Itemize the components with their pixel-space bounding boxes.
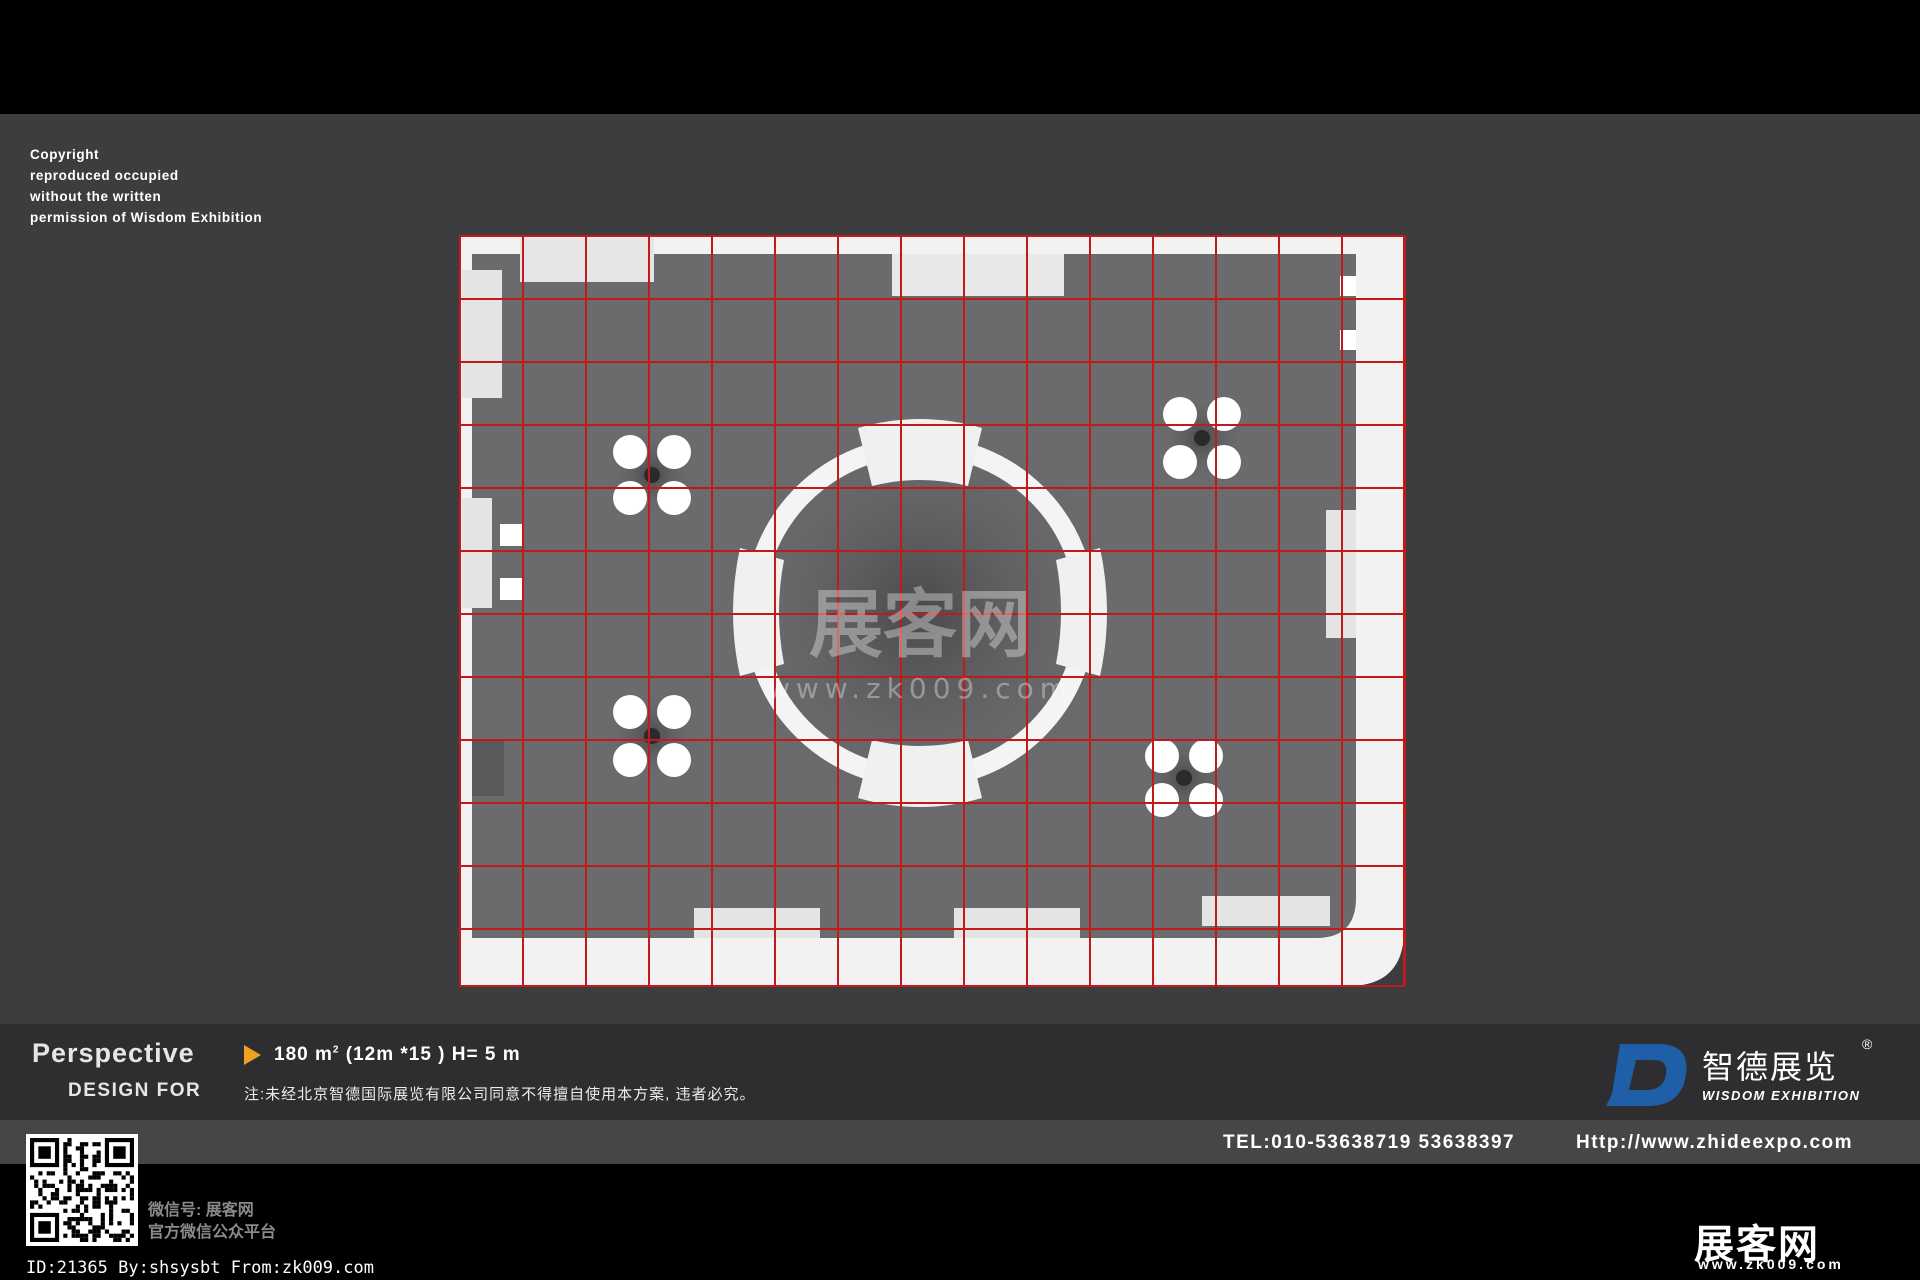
left-wall-cabinet <box>462 270 502 398</box>
brand-name-en: WISDOM EXHIBITION <box>1702 1088 1861 1103</box>
qr-code-pattern <box>30 1138 134 1242</box>
left-shelf <box>462 498 492 608</box>
area-value: 180 <box>274 1044 309 1065</box>
left-door <box>472 740 504 796</box>
brand-name-cn: 智德展览 <box>1702 1049 1839 1085</box>
area-unit: m <box>314 1044 333 1065</box>
design-for-label: DESIGN FOR <box>68 1080 202 1101</box>
table-set-top-right <box>1158 394 1246 482</box>
brand-logo-icon <box>1606 1044 1687 1106</box>
bottom-cabinet-2 <box>954 908 1080 938</box>
copyright-line-1: Copyright <box>30 147 100 162</box>
table-set-bottom-left <box>608 692 696 780</box>
booth-floor-plan: 展客网 www.zk009.com <box>459 235 1406 987</box>
footer-logo-url: www.zk009.com <box>1698 1256 1844 1272</box>
ring-bench-right <box>1056 548 1107 676</box>
legal-notice: 注:未经北京智德国际展览有限公司同意不得擅自使用本方案, 违者必究。 <box>244 1086 756 1103</box>
table-set-top-left <box>608 430 696 518</box>
left-stool-2 <box>500 578 522 600</box>
copyright-line-4: permission of Wisdom Exhibition <box>30 210 263 225</box>
image-id-line: ID:21365 By:shsysbt From:zk009.com <box>26 1258 374 1278</box>
copyright-line-2: reproduced occupied <box>30 168 179 183</box>
watermark-url: www.zk009.com <box>767 672 1073 705</box>
registered-mark: ® <box>1862 1036 1873 1052</box>
qr-code <box>26 1134 138 1246</box>
size-spec: (12m *15 ) H= 5 m <box>345 1044 521 1065</box>
bottom-cabinet-3 <box>1202 896 1330 926</box>
left-stool-1 <box>500 524 522 546</box>
wechat-platform: 官方微信公众平台 <box>148 1224 277 1241</box>
ring-bench-left <box>733 548 784 676</box>
wechat-id: 微信号: 展客网 <box>148 1202 254 1219</box>
copyright-line-3: without the written <box>30 189 162 204</box>
play-arrow-icon <box>244 1045 261 1065</box>
website-url: Http://www.zhideexpo.com <box>1576 1132 1854 1153</box>
booth-dimensions: 180 m2 (12m *15 ) H= 5 m <box>274 1044 521 1066</box>
watermark-cn: 展客网 <box>809 582 1031 668</box>
top-display-counter <box>892 254 1064 296</box>
telephone: TEL:010-53638719 53638397 <box>1223 1132 1516 1153</box>
copyright-notice: Copyright reproduced occupied without th… <box>30 144 262 228</box>
area-unit-sup: 2 <box>332 1044 340 1056</box>
perspective-title: Perspective <box>32 1038 195 1068</box>
